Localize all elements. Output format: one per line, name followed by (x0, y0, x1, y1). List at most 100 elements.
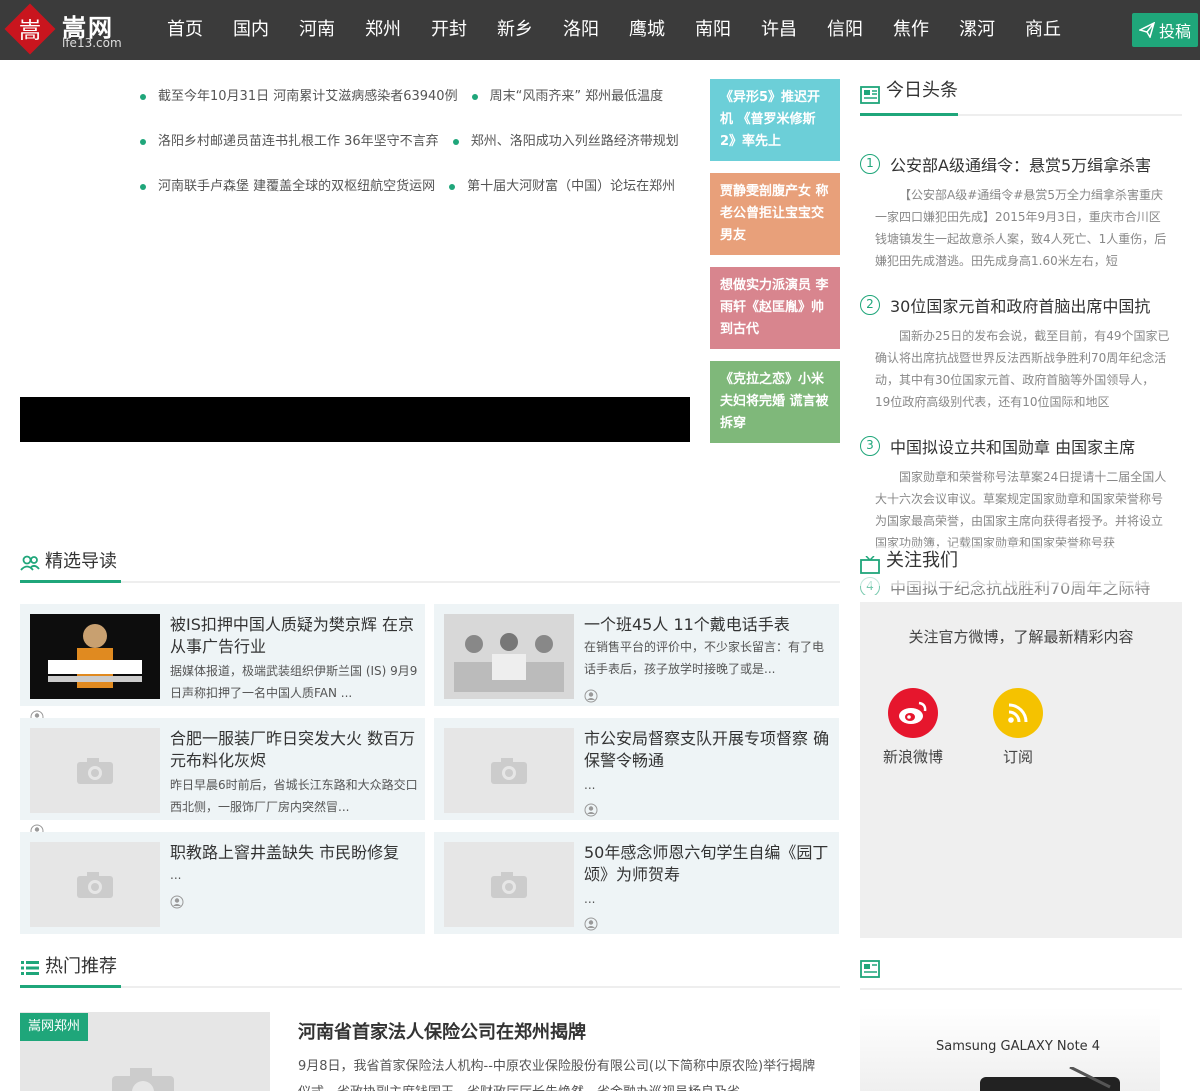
article-title[interactable]: 被IS扣押中国人质疑为樊京辉 在京从事广告行业 (170, 614, 418, 658)
article-summary: 据媒体报道，极端武装组织伊斯兰国 (IS) 9月9日声称扣押了一名中国人质FAN… (170, 664, 418, 700)
headline-title[interactable]: 中国拟设立共和国勋章 由国家主席 (890, 434, 1180, 458)
ticker-item[interactable]: 第十届大河财富（中国）论坛在郑州 (449, 164, 675, 204)
today-headlines-header: 今日头条 (860, 76, 1182, 116)
article-summary: 在销售平台的评价中，不少家长留言：有了电话手表后，孩子放学时接晚了或是... (584, 640, 825, 676)
phone-image (980, 1067, 1120, 1091)
article-thumbnail[interactable] (30, 728, 160, 813)
newspaper-icon (860, 960, 880, 978)
bullet-icon (452, 138, 459, 145)
site-logo[interactable]: 嵩 嵩网 lfe13.com (0, 0, 140, 60)
user-icon (584, 689, 598, 703)
headline-item[interactable]: 3 中国拟设立共和国勋章 由国家主席 国家勋章和荣誉称号法草案24日提请十二届全… (860, 434, 1180, 564)
article-thumbnail[interactable] (444, 614, 574, 699)
camera-placeholder-icon (77, 757, 113, 784)
nav-item-nanyang[interactable]: 南阳 (680, 0, 746, 60)
ticker-text: 洛阳乡村邮递员苗连书扎根工作 36年坚守不言弃 (158, 133, 439, 149)
nav-item-luohe[interactable]: 漯河 (944, 0, 1010, 60)
nav-item-home[interactable]: 首页 (152, 0, 218, 60)
weibo-link[interactable]: 新浪微博 (883, 688, 943, 767)
user-icon (584, 917, 598, 931)
article-card[interactable]: 合肥一服装厂昨日突发大火 数百万元布料化灰烬 昨日早晨6时前后，省城长江东路和大… (20, 718, 425, 838)
article-thumbnail[interactable] (30, 842, 160, 927)
article-title[interactable]: 市公安局督察支队开展专项督察 确保警令畅通 (584, 728, 832, 772)
nav-item-jiaozuo[interactable]: 焦作 (878, 0, 944, 60)
entertainment-card[interactable]: 贾静雯剖腹产女 称老公曾拒让宝宝交男友 (710, 173, 840, 255)
picks-section-header: 精选导读 (20, 547, 840, 583)
weibo-icon (888, 688, 938, 738)
category-tag[interactable]: 嵩网郑州 (20, 1013, 88, 1041)
hot-article-summary: 9月8日，我省首家保险法人机构--中原农业保险股份有限公司(以下简称中原农险)举… (298, 1059, 816, 1091)
bullet-icon (449, 183, 456, 190)
nav-item-xinxiang[interactable]: 新乡 (482, 0, 548, 60)
rank-badge: 3 (860, 436, 880, 456)
article-card[interactable]: 职教路上窨井盖缺失 市民盼修复 ... (20, 832, 425, 934)
ticker-item[interactable]: 周末“风雨齐来” 郑州最低温度 (471, 74, 664, 119)
article-thumbnail[interactable] (30, 614, 160, 699)
ticker-item[interactable]: 洛阳乡村邮递员苗连书扎根工作 36年坚守不言弃 (140, 119, 439, 164)
section-title: 热门推荐 (20, 952, 121, 988)
user-icon (170, 895, 184, 909)
bullet-icon (140, 93, 146, 100)
nav-item-kaifeng[interactable]: 开封 (416, 0, 482, 60)
entertainment-card[interactable]: 《异形5》推迟开机 《普罗米修斯2》率先上 (710, 79, 840, 161)
article-card[interactable]: 市公安局督察支队开展专项督察 确保警令畅通 ... (434, 718, 839, 820)
section-title: 关注我们 (886, 550, 958, 571)
article-thumbnail[interactable] (444, 842, 574, 927)
headline-title[interactable]: 30位国家元首和政府首脑出席中国抗 (890, 293, 1180, 317)
ticker-item[interactable]: 截至今年10月31日 河南累计艾滋病感染者63940例 (140, 74, 458, 119)
rss-icon (993, 688, 1043, 738)
article-title[interactable]: 一个班45人 11个戴电话手表 (584, 614, 832, 636)
article-title[interactable]: 职教路上窨井盖缺失 市民盼修复 (170, 842, 418, 864)
section-title: 今日头条 (860, 76, 958, 116)
ad-brand-text: Samsung GALAXY Note 4 (936, 1039, 1101, 1054)
camera-placeholder-icon (491, 871, 527, 898)
headline-item[interactable]: 1 公安部A级通缉令：悬赏5万缉拿杀害 【公安部A级#通缉令#悬赏5万全力缉拿杀… (860, 152, 1180, 282)
hot-article-title[interactable]: 河南省首家法人保险公司在郑州揭牌 (298, 1018, 586, 1044)
nav-item-shangqiu[interactable]: 商丘 (1010, 0, 1076, 60)
ticker-row: 洛阳乡村邮递员苗连书扎根工作 36年坚守不言弃 郑州、洛阳成功入列丝路经济带规划 (140, 119, 706, 164)
advertisement-banner[interactable]: Samsung GALAXY Note 4 (860, 1007, 1160, 1091)
hostage-photo-image (30, 614, 160, 699)
svg-text:嵩: 嵩 (19, 19, 41, 44)
ticker-text: 周末“风雨齐来” 郑州最低温度 (489, 88, 664, 104)
entertainment-card[interactable]: 想做实力派演员 李雨轩《赵匡胤》帅到古代 (710, 267, 840, 349)
nav-item-yingcheng[interactable]: 鹰城 (614, 0, 680, 60)
user-icon (584, 803, 598, 817)
bullet-icon (140, 138, 146, 145)
nav-item-luoyang[interactable]: 洛阳 (548, 0, 614, 60)
nav-item-xinyang[interactable]: 信阳 (812, 0, 878, 60)
ticker-item[interactable]: 郑州、洛阳成功入列丝路经济带规划 (452, 119, 679, 164)
headline-item[interactable]: 2 30位国家元首和政府首脑出席中国抗 国新办25日的发布会说，截至目前，有49… (860, 293, 1180, 423)
rank-badge: 2 (860, 295, 880, 315)
media-placeholder-bar (20, 397, 690, 442)
main-nav: 首页 国内 河南 郑州 开封 新乡 洛阳 鹰城 南阳 许昌 信阳 焦作 漯河 商… (152, 0, 1076, 60)
page: 嵩 嵩网 lfe13.com 首页 国内 河南 郑州 开封 新乡 洛阳 鹰城 南… (0, 0, 1200, 1091)
article-title[interactable]: 合肥一服装厂昨日突发大火 数百万元布料化灰烬 (170, 728, 418, 772)
ticker-text: 第十届大河财富（中国）论坛在郑州 (467, 178, 676, 194)
ticker-text: 郑州、洛阳成功入列丝路经济带规划 (470, 133, 679, 149)
weibo-label: 新浪微博 (883, 748, 944, 766)
nav-item-henan[interactable]: 河南 (284, 0, 350, 60)
camera-placeholder-icon (112, 1068, 174, 1091)
nav-item-zhengzhou[interactable]: 郑州 (350, 0, 416, 60)
nav-item-xuchang[interactable]: 许昌 (746, 0, 812, 60)
article-thumbnail[interactable] (444, 728, 574, 813)
ticker-item[interactable]: 河南联手卢森堡 建覆盖全球的双枢纽航空货运网 (140, 164, 435, 204)
rss-label: 订阅 (1002, 748, 1033, 766)
submit-post-button[interactable]: 投稿 (1132, 13, 1198, 47)
headline-title[interactable]: 公安部A级通缉令：悬赏5万缉拿杀害 (890, 152, 1180, 176)
article-title[interactable]: 50年感念师恩六旬学生自编《园丁颂》为师贺寿 (584, 842, 832, 886)
ticker-text: 河南联手卢森堡 建覆盖全球的双枢纽航空货运网 (158, 178, 436, 194)
article-card[interactable]: 50年感念师恩六旬学生自编《园丁颂》为师贺寿 ... (434, 832, 839, 934)
follow-us-text: 关注官方微博，了解最新精彩内容 (908, 628, 1134, 646)
article-card[interactable]: 一个班45人 11个戴电话手表 在销售平台的评价中，不少家长留言：有了电话手表后… (434, 604, 839, 706)
article-summary: ... (584, 778, 596, 792)
entertainment-card[interactable]: 《克拉之恋》小米夫妇将完婚 谎言被拆穿 (710, 361, 840, 443)
camera-placeholder-icon (491, 757, 527, 784)
article-card[interactable]: 被IS扣押中国人质疑为樊京辉 在京从事广告行业 据媒体报道，极端武装组织伊斯兰国… (20, 604, 425, 724)
rank-badge: 1 (860, 154, 880, 174)
follow-us-panel: 关注官方微博，了解最新精彩内容 新浪微博 订阅 (860, 602, 1182, 938)
nav-item-domestic[interactable]: 国内 (218, 0, 284, 60)
rss-link[interactable]: 订阅 (988, 688, 1048, 767)
top-navbar: 嵩 嵩网 lfe13.com 首页 国内 河南 郑州 开封 新乡 洛阳 鹰城 南… (0, 0, 1200, 60)
